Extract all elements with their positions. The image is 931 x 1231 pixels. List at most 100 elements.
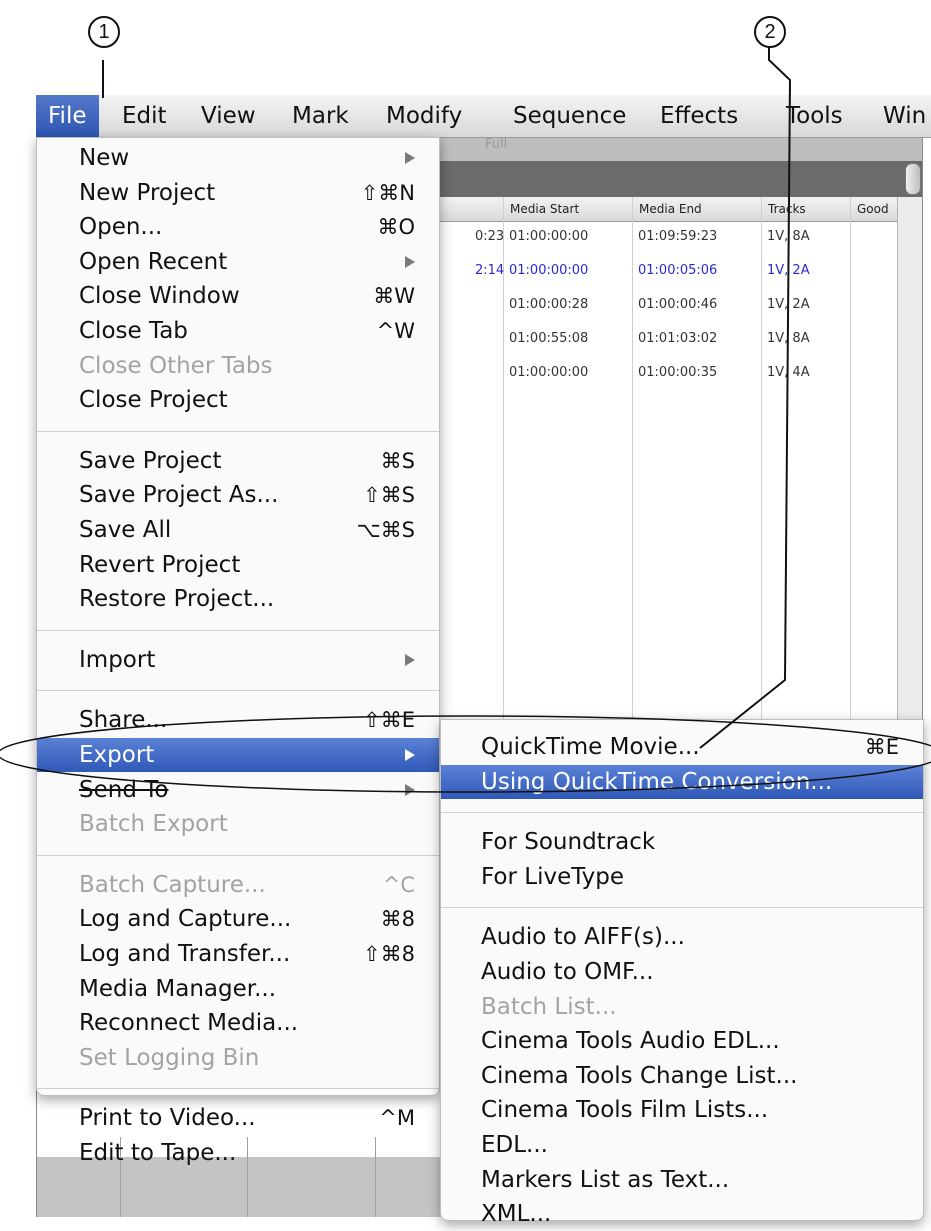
menu-item-batch-export: Batch Export [37, 807, 439, 841]
shortcut-label: ⌘O [377, 215, 415, 240]
menu-item-label: QuickTime Movie... [481, 734, 700, 760]
menu-item-label: Save Project [79, 447, 222, 474]
menu-item-label: Audio to OMF... [481, 959, 654, 985]
shortcut-label: ⌘E [864, 735, 899, 759]
menu-item-xml[interactable]: XML... [441, 1197, 923, 1231]
menu-item-label: Restore Project... [79, 586, 275, 613]
menu-item-label: Export [79, 742, 155, 768]
menu-modify[interactable]: Modify [374, 95, 474, 137]
menu-mark[interactable]: Mark [280, 95, 361, 137]
menu-item-save-project-as[interactable]: Save Project As... ⇧⌘S [37, 478, 439, 512]
menu-item-revert-project[interactable]: Revert Project [37, 548, 439, 582]
shortcut-label: ⇧⌘E [363, 708, 415, 733]
menu-separator [37, 854, 439, 856]
menu-item-using-quicktime-conversion[interactable]: Using QuickTime Conversion... [441, 764, 923, 799]
menu-item-label: For LiveType [481, 863, 625, 890]
menu-file[interactable]: File [36, 95, 99, 137]
menu-item-label: Batch List... [481, 993, 617, 1020]
menu-item-close-tab[interactable]: Close Tab ^W [37, 314, 439, 348]
menu-item-markers-list-as-text[interactable]: Markers List as Text... [441, 1163, 923, 1197]
menu-item-label: XML... [481, 1201, 552, 1228]
menu-tools[interactable]: Tools [774, 95, 855, 137]
menu-item-reconnect-media[interactable]: Reconnect Media... [37, 1006, 439, 1040]
column-header-good[interactable]: Good [851, 197, 903, 221]
menu-sequence[interactable]: Sequence [501, 95, 638, 137]
menu-bar: File Edit View Mark Modify Sequence Effe… [36, 95, 931, 138]
column-header-tracks[interactable]: Tracks [762, 197, 852, 221]
menu-item-new-project[interactable]: New Project ⇧⌘N [37, 176, 439, 210]
menu-item-audio-to-aiff-s[interactable]: Audio to AIFF(s)... [441, 920, 923, 954]
menu-effects[interactable]: Effects [648, 95, 750, 137]
menu-item-close-other-tabs: Close Other Tabs [37, 349, 439, 383]
menu-item-restore-project[interactable]: Restore Project... [37, 582, 439, 616]
menu-item-audio-to-omf[interactable]: Audio to OMF... [441, 955, 923, 989]
menu-item-share[interactable]: Share... ⇧⌘E [37, 703, 439, 737]
menu-item-label: Audio to AIFF(s)... [481, 924, 685, 951]
menu-item-for-soundtrack[interactable]: For Soundtrack [441, 825, 923, 859]
media-start-cell: 01:00:00:28 [509, 297, 589, 312]
menu-item-save-project[interactable]: Save Project ⌘S [37, 444, 439, 478]
menu-item-label: For Soundtrack [481, 829, 656, 856]
menu-item-cinema-tools-audio-edl[interactable]: Cinema Tools Audio EDL... [441, 1024, 923, 1058]
menu-item-close-project[interactable]: Close Project [37, 383, 439, 417]
menu-item-batch-capture: Batch Capture... ^C [37, 868, 439, 902]
menu-item-label: Batch Export [79, 811, 228, 838]
menu-item-send-to[interactable]: Send To [37, 773, 439, 807]
menu-item-cinema-tools-film-lists[interactable]: Cinema Tools Film Lists... [441, 1093, 923, 1127]
export-submenu: QuickTime Movie... ⌘E Using QuickTime Conv… [440, 719, 924, 1227]
column-header-media-end[interactable]: Media End [633, 197, 763, 221]
menu-window[interactable]: Win [871, 95, 931, 137]
menu-item-print-to-video[interactable]: Print to Video... ^M [37, 1101, 439, 1135]
menu-item-label: Cinema Tools Audio EDL... [481, 1028, 780, 1055]
callout-2: 2 [754, 16, 786, 48]
submenu-arrow-icon [405, 653, 415, 666]
submenu-arrow-icon [405, 255, 415, 268]
menu-item-label: Send To [79, 776, 169, 803]
menu-item-media-manager[interactable]: Media Manager... [37, 972, 439, 1006]
media-start-cell: 01:00:00:00 [509, 263, 589, 278]
menu-item-log-and-capture[interactable]: Log and Capture... ⌘8 [37, 902, 439, 936]
scroll-thumb[interactable] [905, 163, 921, 195]
menu-item-edit-to-tape[interactable]: Edit to Tape... [37, 1136, 439, 1170]
media-start-cell: 01:00:00:00 [509, 229, 589, 244]
tracks-cell: 1V, 4A [767, 365, 810, 380]
menu-item-quicktime-movie[interactable]: QuickTime Movie... ⌘E [441, 730, 923, 764]
menu-item-export[interactable]: Export [37, 738, 439, 772]
menu-separator [37, 690, 439, 692]
menu-item-log-and-transfer[interactable]: Log and Transfer... ⇧⌘8 [37, 937, 439, 971]
tracks-cell: 1V, 8A [767, 229, 810, 244]
menu-item-label: Import [79, 646, 156, 673]
duration-cell: 0:23 [475, 229, 505, 244]
menu-item-import[interactable]: Import [37, 643, 439, 677]
menu-item-label: Print to Video... [79, 1105, 256, 1132]
menu-item-label: Set Logging Bin [79, 1044, 260, 1071]
menu-item-for-livetype[interactable]: For LiveType [441, 860, 923, 894]
menu-item-save-all[interactable]: Save All ⌥⌘S [37, 513, 439, 547]
shortcut-label: ^C [382, 872, 415, 897]
media-start-cell: 01:00:00:00 [509, 365, 589, 380]
menu-item-open-recent[interactable]: Open Recent [37, 245, 439, 279]
menu-item-label: Close Other Tabs [79, 352, 273, 379]
media-end-cell: 01:09:59:23 [638, 229, 718, 244]
menu-separator [441, 907, 923, 909]
tracks-cell: 1V, 8A [767, 331, 810, 346]
tracks-cell: 1V, 2A [767, 297, 810, 312]
media-start-cell: 01:00:55:08 [509, 331, 589, 346]
submenu-arrow-icon [405, 783, 415, 796]
menu-item-label: Open... [79, 214, 163, 241]
media-end-cell: 01:01:03:02 [638, 331, 718, 346]
menu-edit[interactable]: Edit [110, 95, 179, 137]
menu-item-label: New Project [79, 179, 216, 206]
column-header-media-start[interactable]: Media Start [504, 197, 634, 221]
menu-item-label: Cinema Tools Film Lists... [481, 1097, 769, 1124]
menu-view[interactable]: View [189, 95, 268, 137]
menu-item-cinema-tools-change-list[interactable]: Cinema Tools Change List... [441, 1059, 923, 1093]
menu-item-label: Open Recent [79, 248, 228, 275]
menu-item-open[interactable]: Open... ⌘O [37, 210, 439, 244]
menu-item-label: Reconnect Media... [79, 1010, 299, 1037]
menu-item-new[interactable]: New [37, 141, 439, 175]
menu-item-close-window[interactable]: Close Window ⌘W [37, 279, 439, 313]
menu-item-label: Close Tab [79, 318, 188, 344]
tracks-cell: 1V, 2A [767, 263, 810, 278]
menu-item-edl[interactable]: EDL... [441, 1128, 923, 1162]
